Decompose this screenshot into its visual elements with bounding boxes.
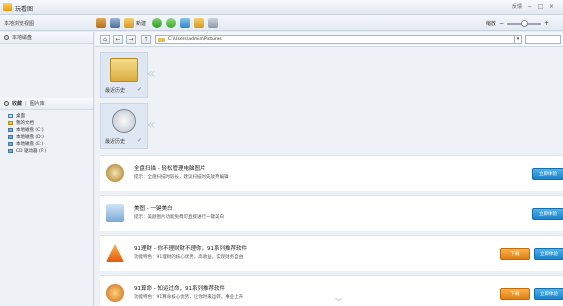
title-bar-controls: 反馈 − □ × — [512, 3, 555, 10]
sidebar-item-label: 本地磁盘 (E:) — [16, 141, 44, 147]
feature-desc: 功能特色：91算命核心优势，让你时来运转，事业上升 — [134, 295, 244, 300]
feature-row-fortune: 91算命 - 知运过命，91系列推荐软件 功能特色：91算命核心优势，让你时来运… — [100, 275, 563, 306]
favorites-list: 桌面 我的文档 本地磁盘 (C:) 本地磁盘 (D:) 本地磁盘 (E:) CD… — [0, 110, 93, 156]
drive-icon — [8, 141, 13, 146]
sidebar-item-cd[interactable]: CD 驱动器 (F:) — [8, 147, 85, 154]
drive-icon — [8, 134, 13, 139]
feature-desc: 提示：全盘扫描时较长，建议扫描时先放弃编辑 — [134, 175, 229, 180]
sidebar-local-disk[interactable]: 本地磁盘 — [0, 32, 93, 44]
edit-icon[interactable] — [194, 18, 205, 28]
chevron-left-icon: « — [147, 117, 156, 133]
new-label[interactable]: 新建 — [136, 20, 146, 27]
sidebar-item-label: 桌面 — [16, 113, 25, 119]
sidebar-top-label: 本地磁盘 — [12, 35, 33, 41]
check-icon: ✔ — [137, 137, 143, 144]
documents-icon — [8, 120, 13, 125]
recent-history-tile[interactable]: 最近历史 ✔ — [100, 52, 148, 98]
fortune-icon — [106, 284, 124, 302]
favorites-title[interactable]: 收藏 — [12, 100, 22, 107]
desktop-icon — [8, 113, 13, 118]
try-now-button[interactable]: 立即体验 — [534, 248, 563, 260]
sidebar-item-label: 本地磁盘 (D:) — [16, 134, 44, 140]
magnifier-icon — [106, 164, 124, 182]
delete-icon[interactable] — [180, 18, 191, 28]
sidebar-item-documents[interactable]: 我的文档 — [8, 119, 85, 126]
try-now-button[interactable]: 立即体验 — [532, 208, 563, 220]
sidebar-item-drive-d[interactable]: 本地磁盘 (D:) — [8, 133, 85, 140]
zoom-in-icon[interactable]: + — [544, 20, 549, 27]
feature-title: 美图 - 一键美白 — [134, 206, 173, 212]
download-button[interactable]: 下载 — [500, 248, 530, 260]
title-bar: 玩看图 反馈 − □ × — [0, 0, 563, 15]
new-icon[interactable] — [124, 18, 134, 28]
zoom-slider[interactable] — [506, 19, 541, 27]
back-icon[interactable]: ← — [113, 35, 123, 44]
check-icon: ✔ — [137, 86, 143, 93]
toolbar: 本地浏览视图 新建 缩放 − + — [0, 15, 563, 31]
sidebar-item-label: CD 驱动器 (F:) — [16, 148, 47, 154]
open-folder-icon[interactable] — [96, 18, 106, 28]
chevron-down-icon[interactable]: ▾ — [514, 35, 522, 44]
feature-row-scan: 全盘扫描 - 轻松管理电脑图片 提示：全盘扫描时较长，建议扫描时先放弃编辑 立即… — [100, 155, 563, 191]
forward-icon[interactable]: → — [126, 35, 136, 44]
feature-row-finance: 91理财 - 你不理财财不理你，91系列推荐软件 功能特色：91理财的核心优势，… — [100, 235, 563, 271]
up-icon[interactable]: ↑ — [141, 35, 151, 44]
sidebar-favorites: 收藏 | 图片库 桌面 我的文档 本地磁盘 (C:) 本地磁盘 (D:) 本地磁… — [0, 98, 93, 156]
beauty-icon — [106, 204, 124, 222]
clock-icon — [112, 109, 136, 133]
zoom-label: 缩放 — [485, 21, 496, 27]
scroll-down-icon[interactable]: ︾ — [335, 297, 342, 306]
star-icon — [4, 101, 9, 106]
zoom-slider-knob[interactable] — [520, 19, 528, 27]
search-input[interactable] — [525, 35, 561, 44]
sidebar-item-label: 本地磁盘 (C:) — [16, 127, 44, 133]
local-browse-link[interactable]: 本地浏览视图 — [4, 20, 34, 27]
cd-icon — [8, 148, 13, 153]
feature-row-beauty: 美图 - 一键美白 提示：美颜图片功能免费可直接进行一键美白 立即体验 — [100, 195, 563, 231]
feature-desc: 提示：美颜图片功能免费可直接进行一键美白 — [134, 215, 224, 220]
close-icon[interactable]: × — [548, 3, 555, 10]
tool-icons: 新建 — [96, 18, 219, 28]
feedback-link[interactable]: 反馈 — [512, 3, 522, 10]
recent-history-tile[interactable]: 最近历史 ✔ — [100, 103, 148, 149]
drive-icon — [8, 127, 13, 132]
feature-desc: 功能特色：91理财的核心优势，高收益，实现财务自由 — [134, 255, 244, 260]
sidebar-item-drive-c[interactable]: 本地磁盘 (C:) — [8, 126, 85, 133]
app-title: 玩看图 — [15, 6, 34, 13]
feature-title: 91理财 - 你不理财财不理你，91系列推荐软件 — [134, 246, 247, 252]
sidebar: 本地磁盘 收藏 | 图片库 桌面 我的文档 本地磁盘 (C:) 本地磁盘 (D:… — [0, 32, 94, 306]
folder-icon — [158, 38, 165, 42]
download-button[interactable]: 下载 — [500, 288, 530, 300]
tile-label: 最近历史 — [105, 139, 126, 145]
feature-title: 全盘扫描 - 轻松管理电脑图片 — [134, 166, 206, 172]
maximize-icon[interactable]: □ — [537, 3, 544, 10]
home-icon[interactable]: ⌂ — [100, 35, 110, 44]
main-content: ⌂ ← → ↑ C:\Users\admin\Pictures ▾ 最近历史 ✔… — [95, 32, 563, 306]
try-now-button[interactable]: 立即体验 — [534, 288, 563, 300]
sidebar-item-drive-e[interactable]: 本地磁盘 (E:) — [8, 140, 85, 147]
folder-icon — [110, 58, 138, 82]
save-icon[interactable] — [110, 18, 120, 28]
sidebar-item-desktop[interactable]: 桌面 — [8, 112, 85, 119]
path-text: C:\Users\admin\Pictures — [168, 37, 222, 42]
rotate-right-icon[interactable] — [166, 18, 177, 28]
favorites-header: 收藏 | 图片库 — [0, 98, 93, 110]
chevron-left-icon: « — [147, 66, 156, 82]
zoom-out-icon[interactable]: − — [499, 20, 504, 27]
zoom-control: 缩放 − + — [485, 19, 549, 27]
tile-label: 最近历史 — [105, 88, 126, 94]
sidebar-item-label: 我的文档 — [16, 120, 34, 126]
finance-icon — [106, 244, 124, 262]
rotate-left-icon[interactable] — [152, 18, 163, 28]
try-now-button[interactable]: 立即体验 — [532, 168, 563, 180]
settings-icon[interactable] — [208, 18, 219, 28]
app-logo-icon — [3, 3, 12, 11]
gallery-tab[interactable]: 图片库 — [30, 100, 45, 107]
minimize-icon[interactable]: − — [526, 3, 533, 10]
path-input[interactable]: C:\Users\admin\Pictures — [155, 35, 517, 44]
address-bar: ⌂ ← → ↑ C:\Users\admin\Pictures ▾ — [95, 32, 563, 47]
disk-icon — [4, 35, 9, 40]
feature-title: 91算命 - 知运过命，91系列推荐软件 — [134, 286, 225, 292]
